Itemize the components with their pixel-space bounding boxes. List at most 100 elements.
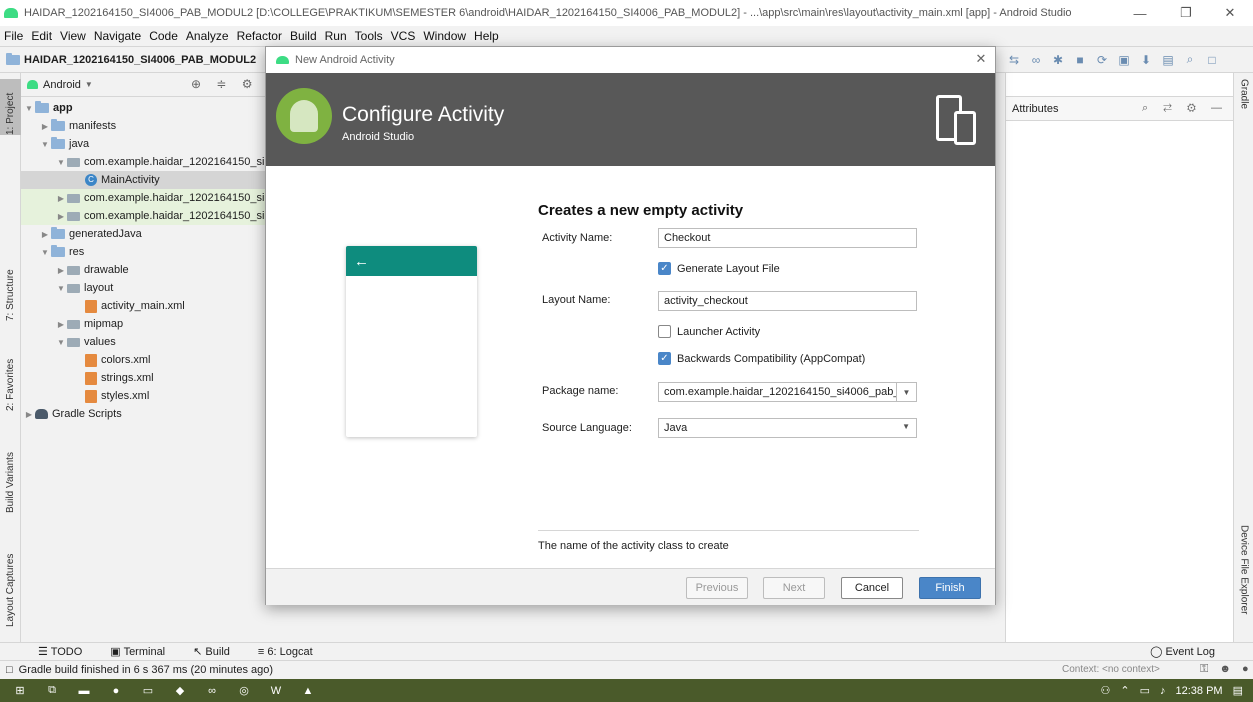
avd-manager-icon[interactable]: ▣	[1113, 53, 1135, 67]
previous-button[interactable]: Previous	[686, 577, 748, 599]
tree-item[interactable]: ▼ layout	[21, 279, 265, 297]
tree-item[interactable]: ▶ com.example.haidar_1202164150_si	[21, 189, 265, 207]
tree-item[interactable]: styles.xml	[21, 387, 265, 405]
profile-icon[interactable]: ∞	[1025, 53, 1047, 67]
menu-view[interactable]: View	[60, 29, 86, 43]
finish-button[interactable]: Finish	[919, 577, 981, 599]
volume-icon[interactable]: ♪	[1160, 685, 1166, 697]
breadcrumb-project[interactable]: HAIDAR_1202164150_SI4006_PAB_MODUL2	[0, 52, 256, 66]
tab-layout-captures[interactable]: Layout Captures	[0, 537, 21, 627]
layout-name-field[interactable]: activity_checkout	[658, 291, 917, 311]
tree-item[interactable]: ▶ com.example.haidar_1202164150_si	[21, 207, 265, 225]
tree-item[interactable]: activity_main.xml	[21, 297, 265, 315]
search-icon[interactable]: ⌕	[1179, 52, 1201, 67]
package-name-field[interactable]: com.example.haidar_1202164150_si4006_pab…	[658, 382, 917, 402]
backwards-compat-checkbox[interactable]: ✓ Backwards Compatibility (AppCompat)	[658, 352, 865, 365]
tab-favorites[interactable]: 2: Favorites	[0, 345, 21, 411]
tree-item-selected[interactable]: C MainActivity	[21, 171, 265, 189]
file-explorer-icon[interactable]: ▬	[72, 679, 96, 702]
project-folder-icon	[6, 52, 20, 65]
menu-navigate[interactable]: Navigate	[94, 29, 141, 43]
network-icon[interactable]: ▭	[1140, 684, 1150, 697]
activity-name-field[interactable]: Checkout	[658, 228, 917, 248]
tree-item[interactable]: ▶ manifests	[21, 117, 265, 135]
menu-vcs[interactable]: VCS	[391, 29, 416, 43]
next-button[interactable]: Next	[763, 577, 825, 599]
tab-terminal[interactable]: ▣ Terminal	[110, 645, 179, 658]
chevron-down-icon[interactable]: ▼	[896, 383, 916, 401]
menu-file[interactable]: File	[4, 29, 23, 43]
clock[interactable]: 12:38 PM	[1176, 685, 1223, 697]
generate-layout-checkbox[interactable]: ✓ Generate Layout File	[658, 262, 780, 275]
tab-project[interactable]: 1: Project	[0, 79, 21, 135]
window-title-bar: HAIDAR_1202164150_SI4006_PAB_MODUL2 [D:\…	[0, 0, 1253, 26]
stop-icon[interactable]: ■	[1069, 53, 1091, 67]
tab-device-file-explorer[interactable]: Device File Explorer	[1234, 525, 1253, 635]
line-icon[interactable]: ◆	[168, 679, 192, 702]
app-icon[interactable]: ◎	[232, 679, 256, 702]
apply-changes-icon[interactable]: ⇆	[1003, 53, 1025, 67]
tab-structure[interactable]: 7: Structure	[0, 255, 21, 321]
tree-item[interactable]: ▶ mipmap	[21, 315, 265, 333]
dialog-title: New Android Activity	[295, 54, 395, 66]
context-indicator[interactable]: Context: <no context>	[1062, 664, 1160, 675]
chevron-up-icon[interactable]: ⌃	[1120, 684, 1129, 697]
tab-build-variants[interactable]: Build Variants	[0, 433, 21, 513]
tree-item[interactable]: colors.xml	[21, 351, 265, 369]
tree-item[interactable]: ▼ res	[21, 243, 265, 261]
start-button[interactable]: ⊞	[8, 679, 32, 702]
tab-gradle[interactable]: Gradle	[1234, 79, 1253, 129]
menu-run[interactable]: Run	[325, 29, 347, 43]
tab-logcat[interactable]: ≡ 6: Logcat	[258, 646, 327, 658]
tree-item[interactable]: ▶ Gradle Scripts	[21, 405, 265, 423]
android-icon	[276, 56, 289, 64]
sdk-manager-icon[interactable]: ⬇	[1135, 53, 1157, 67]
people-icon[interactable]: ⚇	[1101, 684, 1111, 697]
menu-window[interactable]: Window	[423, 29, 466, 43]
task-view-icon[interactable]: ⧉	[40, 679, 64, 702]
attributes-tools-icons[interactable]: ⌕ ⇄ ⚙ —	[1142, 102, 1228, 115]
tree-item[interactable]: ▶ drawable	[21, 261, 265, 279]
debug-icon[interactable]: ✱	[1047, 53, 1069, 67]
tree-item[interactable]: ▼ values	[21, 333, 265, 351]
tree-item[interactable]: ▼ com.example.haidar_1202164150_si	[21, 153, 265, 171]
tab-build[interactable]: ↖ Build	[193, 645, 244, 658]
right-tool-strip: Gradle Device File Explorer	[1233, 73, 1253, 642]
project-view-selector[interactable]: Android ▼ ⊕ ≑ ⚙	[21, 73, 265, 97]
menu-build[interactable]: Build	[290, 29, 317, 43]
event-log-button[interactable]: ◯ Event Log	[1150, 645, 1229, 658]
layout-icon[interactable]: □	[1201, 53, 1223, 67]
word-icon[interactable]: W	[264, 679, 288, 702]
toolbar-icons: ⇆ ∞ ✱ ■ ⟳ ▣ ⬇ ▤ ⌕ □	[1003, 47, 1223, 72]
maximize-button[interactable]: ❐	[1163, 0, 1209, 26]
menu-edit[interactable]: Edit	[31, 29, 52, 43]
chrome-icon[interactable]: ●	[104, 679, 128, 702]
sync-gradle-icon[interactable]: ⟳	[1091, 53, 1113, 67]
tree-item[interactable]: strings.xml	[21, 369, 265, 387]
project-structure-icon[interactable]: ▤	[1157, 53, 1179, 67]
tree-item[interactable]: ▼ app	[21, 99, 265, 117]
bottom-tool-tabs: ☰ TODO ▣ Terminal ↖ Build ≡ 6: Logcat ◯ …	[0, 642, 1253, 660]
app-icon[interactable]: ∞	[200, 679, 224, 702]
source-language-select[interactable]: Java ▼	[658, 418, 917, 438]
menu-code[interactable]: Code	[149, 29, 178, 43]
close-window-button[interactable]: ✕	[1207, 0, 1253, 26]
tab-todo[interactable]: ☰ TODO	[38, 645, 96, 658]
menu-help[interactable]: Help	[474, 29, 499, 43]
android-studio-task-icon[interactable]: ▲	[296, 679, 320, 702]
menu-refactor[interactable]: Refactor	[237, 29, 282, 43]
app-icon[interactable]: ▭	[136, 679, 160, 702]
minimize-button[interactable]: —	[1117, 0, 1163, 26]
tree-item[interactable]: ▼ java	[21, 135, 265, 153]
menu-tools[interactable]: Tools	[355, 29, 383, 43]
close-icon[interactable]: ✕	[973, 51, 989, 67]
tree-item[interactable]: ▶ generatedJava	[21, 225, 265, 243]
cancel-button[interactable]: Cancel	[841, 577, 903, 599]
panel-settings-icons[interactable]: ⊕ ≑ ⚙	[191, 77, 259, 91]
launcher-activity-checkbox[interactable]: Launcher Activity	[658, 325, 760, 338]
status-icons[interactable]: ⚿ ☻ ●	[1200, 663, 1253, 676]
status-bar: □ Gradle build finished in 6 s 367 ms (2…	[0, 660, 1253, 679]
source-language-label: Source Language:	[542, 422, 632, 434]
notification-icon[interactable]: ▤	[1233, 684, 1243, 697]
menu-analyze[interactable]: Analyze	[186, 29, 229, 43]
